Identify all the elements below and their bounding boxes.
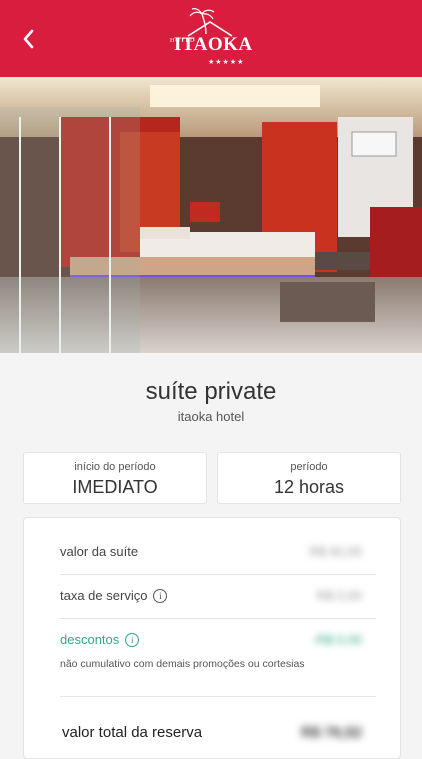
suite-price-row: valor da suíte R$ 82,00 bbox=[60, 531, 362, 575]
service-fee-label: taxa de serviço bbox=[60, 588, 148, 603]
service-fee-value: R$ 0,00 bbox=[316, 588, 362, 603]
back-button[interactable] bbox=[18, 26, 42, 52]
price-summary-card: valor da suíte R$ 82,00 taxa de serviço i… bbox=[23, 517, 401, 759]
hotel-name: itaoka hotel bbox=[177, 409, 245, 424]
hotel-logo: HOTEL ITAOKA ★★★★★ bbox=[160, 8, 260, 68]
period-start-value: IMEDIATO bbox=[72, 477, 158, 497]
period-length-card[interactable]: período 12 horas bbox=[217, 452, 401, 504]
discount-value: -R$ 0,00 bbox=[312, 632, 362, 647]
logo-name: ITAOKA bbox=[174, 34, 253, 55]
suite-price-value: R$ 82,00 bbox=[309, 544, 362, 559]
period-start-label: início do período bbox=[74, 461, 156, 473]
info-icon[interactable]: i bbox=[153, 589, 168, 603]
logo-stars: ★★★★★ bbox=[208, 59, 245, 66]
period-length-label: período bbox=[290, 461, 328, 473]
info-icon[interactable]: i bbox=[125, 633, 140, 647]
suite-photo-carousel[interactable] bbox=[0, 77, 422, 353]
app-header: HOTEL ITAOKA ★★★★★ bbox=[0, 0, 422, 77]
suite-name: suíte private bbox=[145, 378, 277, 405]
service-fee-row: taxa de serviço i R$ 0,00 bbox=[60, 575, 362, 619]
discount-note: não cumulativo com demais promoções ou c… bbox=[60, 658, 305, 670]
discount-row: descontos i -R$ 0,00 bbox=[60, 619, 362, 663]
suite-photo bbox=[0, 77, 422, 353]
discount-label: descontos bbox=[60, 632, 120, 647]
suite-price-label: valor da suíte bbox=[60, 544, 139, 559]
total-value: R$ 76,52 bbox=[301, 724, 362, 741]
period-length-value: 12 horas bbox=[273, 477, 345, 497]
chevron-left-icon bbox=[23, 29, 34, 49]
period-start-card[interactable]: início do período IMEDIATO bbox=[23, 452, 207, 504]
divider bbox=[60, 696, 376, 697]
total-label: valor total da reserva bbox=[62, 724, 203, 741]
